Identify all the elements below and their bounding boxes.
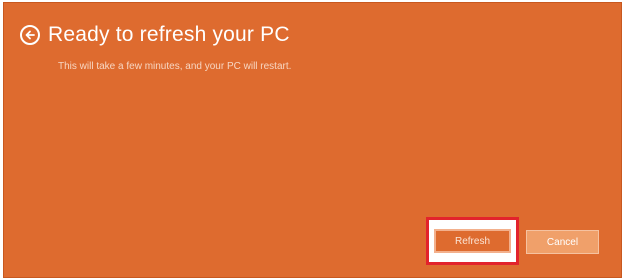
dialog-header: Ready to refresh your PC	[20, 23, 290, 47]
page-subtitle: This will take a few minutes, and your P…	[58, 61, 292, 72]
page-title: Ready to refresh your PC	[48, 23, 290, 46]
cancel-button[interactable]: Cancel	[526, 230, 599, 254]
refresh-button[interactable]: Refresh	[434, 229, 511, 253]
back-arrow-icon[interactable]	[20, 25, 40, 45]
